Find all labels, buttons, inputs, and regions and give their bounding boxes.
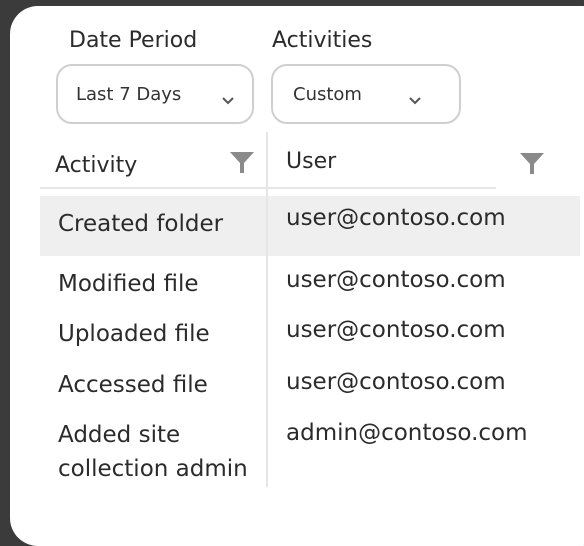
table-row[interactable]: Created folder user@contoso.com bbox=[40, 196, 580, 256]
activity-panel: Date Period Last 7 Days Activities Custo… bbox=[10, 6, 584, 546]
user-cell: user@contoso.com bbox=[286, 205, 506, 231]
activity-cell: Accessed file bbox=[58, 372, 208, 398]
date-period-value: Last 7 Days bbox=[76, 84, 182, 105]
activity-cell: Uploaded file bbox=[58, 321, 210, 347]
table-row[interactable]: Added site collection admin admin@contos… bbox=[40, 416, 580, 492]
activities-dropdown[interactable]: Custom bbox=[271, 64, 461, 124]
table-row[interactable]: Modified file user@contoso.com bbox=[40, 264, 580, 308]
header-underline bbox=[268, 187, 496, 189]
funnel-icon[interactable] bbox=[230, 152, 254, 178]
activity-cell-line1: Added site bbox=[58, 422, 181, 448]
user-cell: admin@contoso.com bbox=[286, 420, 528, 446]
column-header-user[interactable]: User bbox=[286, 149, 336, 174]
date-period-dropdown[interactable]: Last 7 Days bbox=[56, 64, 254, 124]
activities-label: Activities bbox=[272, 28, 373, 53]
chevron-down-icon bbox=[222, 90, 234, 109]
activity-cell: Modified file bbox=[58, 271, 199, 297]
activity-cell-line2: collection admin bbox=[58, 456, 248, 482]
user-cell: user@contoso.com bbox=[286, 267, 506, 293]
table-row[interactable]: Uploaded file user@contoso.com bbox=[40, 314, 580, 358]
user-cell: user@contoso.com bbox=[286, 369, 506, 395]
activity-cell: Created folder bbox=[58, 211, 224, 237]
date-period-label: Date Period bbox=[69, 28, 198, 53]
table-row[interactable]: Accessed file user@contoso.com bbox=[40, 364, 580, 408]
funnel-icon[interactable] bbox=[520, 153, 544, 179]
activities-value: Custom bbox=[293, 84, 362, 105]
user-cell: user@contoso.com bbox=[286, 317, 506, 343]
column-header-activity[interactable]: Activity bbox=[55, 153, 137, 178]
chevron-down-icon bbox=[409, 90, 421, 109]
header-underline bbox=[40, 187, 266, 189]
